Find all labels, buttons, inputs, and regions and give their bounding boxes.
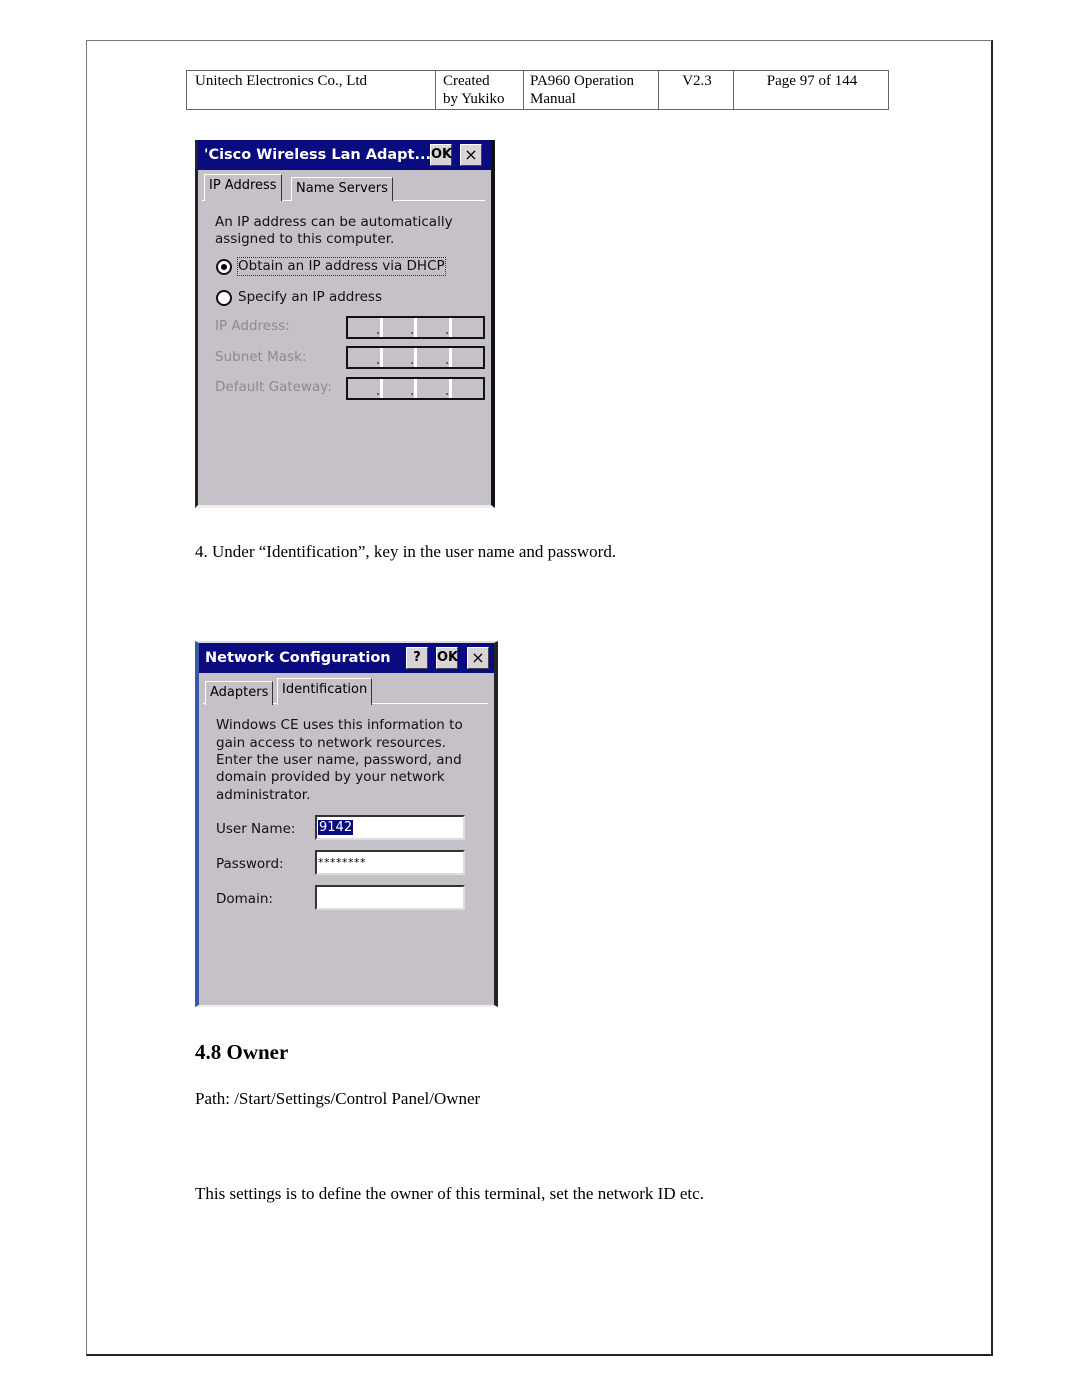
user-name-value: 9142 (318, 820, 354, 835)
dialog-title: 'Cisco Wireless Lan Adapt... (204, 147, 431, 163)
default-gateway-label: Default Gateway: (215, 379, 332, 395)
identification-intro-line4: domain provided by your network (216, 769, 445, 785)
help-icon: ? (413, 650, 421, 665)
help-button[interactable]: ? (406, 647, 428, 669)
network-configuration-dialog-screenshot: Network Configuration ? OK × Adapters Id… (195, 641, 498, 1007)
ok-button[interactable]: OK (430, 144, 452, 166)
password-value: ******** (318, 856, 366, 869)
tab-identification[interactable]: Identification (277, 678, 373, 705)
header-company: Unitech Electronics Co., Ltd (187, 71, 436, 109)
identification-intro-line2: gain access to network resources. (216, 735, 446, 751)
ip-address-input[interactable] (346, 316, 485, 339)
ip-address-label: IP Address: (215, 318, 290, 334)
password-input[interactable]: ******** (315, 850, 465, 875)
cisco-adapter-dialog-screenshot: 'Cisco Wireless Lan Adapt... OK × IP Add… (195, 140, 495, 508)
subnet-mask-label: Subnet Mask: (215, 349, 307, 365)
close-icon: × (464, 145, 478, 164)
user-name-label: User Name: (216, 821, 296, 837)
ok-button[interactable]: OK (436, 647, 458, 669)
step-4-instruction: 4. Under “Identification”, key in the us… (195, 542, 617, 561)
close-icon: × (471, 648, 485, 667)
radio-specify-ip-label[interactable]: Specify an IP address (238, 289, 382, 306)
identification-intro-line1: Windows CE uses this information to (216, 717, 463, 733)
close-button[interactable]: × (467, 647, 489, 669)
subnet-mask-input[interactable] (346, 346, 485, 369)
document-header-table: Unitech Electronics Co., Ltd Created by Y… (186, 70, 889, 110)
section-path: Path: /Start/Settings/Control Panel/Owne… (195, 1089, 481, 1108)
tab-ip-address[interactable]: IP Address (204, 174, 282, 201)
default-gateway-input[interactable] (346, 377, 485, 400)
dhcp-intro-text-line1: An IP address can be automatically (215, 214, 453, 230)
header-version: V2.3 (659, 71, 734, 109)
close-button[interactable]: × (460, 144, 482, 166)
password-label: Password: (216, 856, 284, 872)
radio-obtain-dhcp-label[interactable]: Obtain an IP address via DHCP (237, 257, 446, 276)
dialog-title: Network Configuration (205, 650, 391, 666)
domain-input[interactable] (315, 885, 465, 910)
header-created: Created by Yukiko (436, 71, 524, 109)
dhcp-intro-text-line2: assigned to this computer. (215, 231, 395, 247)
radio-specify-ip[interactable] (216, 290, 232, 306)
identification-intro-line5: administrator. (216, 787, 311, 803)
tab-name-servers[interactable]: Name Servers (291, 177, 393, 201)
section-description: This settings is to define the owner of … (195, 1184, 704, 1203)
user-name-input[interactable]: 9142 (315, 815, 465, 840)
identification-intro-line3: Enter the user name, password, and (216, 752, 462, 768)
radio-obtain-dhcp[interactable] (216, 259, 232, 275)
header-page-number: Page 97 of 144 (766, 73, 858, 89)
domain-label: Domain: (216, 891, 273, 907)
tab-adapters[interactable]: Adapters (205, 681, 274, 705)
header-document-title: PA960 Operation Manual (524, 71, 659, 109)
section-heading: 4.8 Owner (195, 1040, 289, 1064)
